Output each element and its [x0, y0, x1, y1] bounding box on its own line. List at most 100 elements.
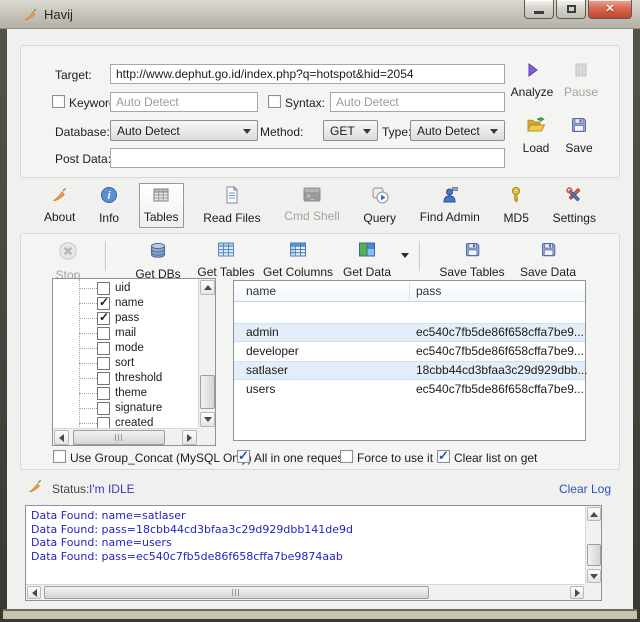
tables-button[interactable]: Tables [138, 182, 184, 228]
clear-list-on-get-checkbox[interactable] [437, 448, 450, 464]
scroll-left-button[interactable] [54, 430, 69, 445]
log-panel[interactable]: Data Found: name=satlaser Data Found: pa… [25, 505, 602, 601]
uid-checkbox[interactable] [97, 282, 110, 295]
post-data-input[interactable] [110, 148, 505, 168]
cmd-shell-button[interactable]: >_ Cmd Shell [280, 184, 343, 226]
name-checkbox[interactable] [97, 295, 110, 310]
scroll-down-button[interactable] [587, 569, 601, 583]
group-concat-checkbox[interactable] [53, 450, 66, 463]
column-header-name[interactable]: name [246, 284, 276, 298]
type-label: Type: [382, 125, 412, 139]
method-label: Method: [260, 125, 304, 139]
scroll-thumb[interactable] [44, 586, 429, 599]
type-select[interactable]: Auto Detect [410, 120, 505, 141]
analyze-play-icon [525, 62, 539, 83]
toolbar-separator [419, 241, 420, 271]
results-table: name pass admin ec540c7fb5de86f658cffa7b… [233, 280, 588, 441]
read-files-button[interactable]: Read Files [199, 183, 264, 228]
tree-item-mode[interactable]: mode [53, 341, 199, 356]
get-columns-button[interactable]: Get Columns [261, 238, 335, 282]
md5-button[interactable]: MD5 [500, 183, 533, 228]
log-vertical-scrollbar[interactable] [585, 506, 601, 584]
minimize-button[interactable] [524, 0, 554, 19]
tree-item-mail[interactable]: mail [53, 326, 199, 341]
target-label: Target: [55, 68, 92, 82]
scroll-up-button[interactable] [200, 280, 215, 295]
scroll-thumb[interactable] [200, 375, 215, 409]
toolbar-separator [105, 241, 106, 271]
table-header[interactable]: name pass [234, 281, 585, 302]
find-admin-button[interactable]: Find Admin [416, 183, 484, 227]
query-button[interactable]: Query [359, 183, 400, 228]
scroll-thumb[interactable] [587, 544, 601, 566]
sort-checkbox[interactable] [97, 357, 110, 370]
settings-button[interactable]: Settings [549, 183, 600, 228]
scroll-up-button[interactable] [587, 507, 601, 521]
scroll-right-button[interactable] [182, 430, 197, 445]
save-tables-button[interactable]: Save Tables [435, 238, 509, 282]
main-toolbar: About i Info Tables Read Files >_ Cmd Sh… [20, 182, 620, 228]
window-frame-line [3, 609, 637, 611]
table-row[interactable]: users ec540c7fb5de86f658cffa7be9... [234, 380, 585, 399]
tree-item-theme[interactable]: theme [53, 386, 199, 401]
threshold-checkbox[interactable] [97, 372, 110, 385]
scrollbar-corner [585, 584, 601, 600]
log-horizontal-scrollbar[interactable] [26, 584, 585, 600]
open-folder-icon [526, 116, 546, 139]
table-row[interactable]: developer ec540c7fb5de86f658cffa7be9... [234, 342, 585, 361]
database-select[interactable]: Auto Detect [110, 120, 258, 141]
table-row[interactable]: admin ec540c7fb5de86f658cffa7be9... [234, 323, 585, 342]
keyword-checkbox[interactable] [52, 95, 65, 108]
title-bar[interactable]: Havij ✕ [0, 0, 640, 29]
tree-item-uid[interactable]: uid [53, 281, 199, 296]
syntax-checkbox[interactable] [268, 95, 281, 108]
mail-checkbox[interactable] [97, 327, 110, 340]
tree-item-signature[interactable]: signature [53, 401, 199, 416]
table-row[interactable]: satlaser 18cbb44cd3bfaa3c29d929dbb... [234, 361, 588, 380]
method-select[interactable]: GET [323, 120, 378, 141]
get-data-button[interactable]: Get Data [339, 238, 395, 282]
tree-item-sort[interactable]: sort [53, 356, 199, 371]
log-lines: Data Found: name=satlaser Data Found: pa… [31, 509, 581, 580]
pause-button[interactable]: Pause [561, 59, 601, 102]
force-to-use-it-checkbox[interactable] [340, 450, 353, 463]
scroll-left-button[interactable] [27, 586, 41, 599]
get-tables-button[interactable]: Get Tables [193, 238, 259, 282]
all-in-one-request-checkbox[interactable] [237, 448, 250, 464]
target-input[interactable] [110, 64, 505, 84]
keyword-input[interactable] [110, 92, 258, 112]
analyze-button[interactable]: Analyze [507, 59, 557, 102]
group-concat-label: Use Group_Concat (MySQL Only) [70, 451, 252, 465]
tree-item-threshold[interactable]: threshold [53, 371, 199, 386]
maximize-button[interactable] [556, 0, 586, 19]
save-data-button[interactable]: Save Data [515, 238, 581, 282]
pass-checkbox[interactable] [97, 310, 110, 325]
tree-item-name[interactable]: name [53, 295, 199, 311]
tree-horizontal-scrollbar[interactable] [53, 428, 198, 445]
load-button[interactable]: Load [515, 113, 557, 158]
theme-checkbox[interactable] [97, 387, 110, 400]
about-button[interactable]: About [40, 183, 79, 227]
columns-tree-panel: uid name pass mail mode sort threshold t… [52, 278, 216, 446]
info-button[interactable]: i Info [95, 183, 123, 228]
tree-item-pass[interactable]: pass [53, 310, 199, 326]
signature-checkbox[interactable] [97, 402, 110, 415]
chevron-down-icon [363, 128, 371, 134]
column-header-pass[interactable]: pass [416, 284, 441, 298]
scroll-right-button[interactable] [570, 586, 584, 599]
get-data-dropdown-button[interactable] [401, 253, 409, 258]
clear-log-link[interactable]: Clear Log [559, 482, 611, 496]
all-in-one-request-label: All in one request. [254, 451, 351, 465]
columns-grid-icon [289, 241, 307, 263]
info-icon: i [100, 186, 118, 209]
mode-checkbox[interactable] [97, 342, 110, 355]
close-button[interactable]: ✕ [588, 0, 632, 19]
floppy-icon [464, 241, 481, 263]
post-data-label: Post Data: [55, 152, 112, 166]
tree-vertical-scrollbar[interactable] [198, 279, 215, 428]
save-button[interactable]: Save [559, 113, 599, 158]
carrot-icon [27, 478, 43, 499]
syntax-input[interactable] [330, 92, 505, 112]
scroll-thumb[interactable] [73, 430, 165, 445]
scroll-down-button[interactable] [200, 412, 215, 427]
